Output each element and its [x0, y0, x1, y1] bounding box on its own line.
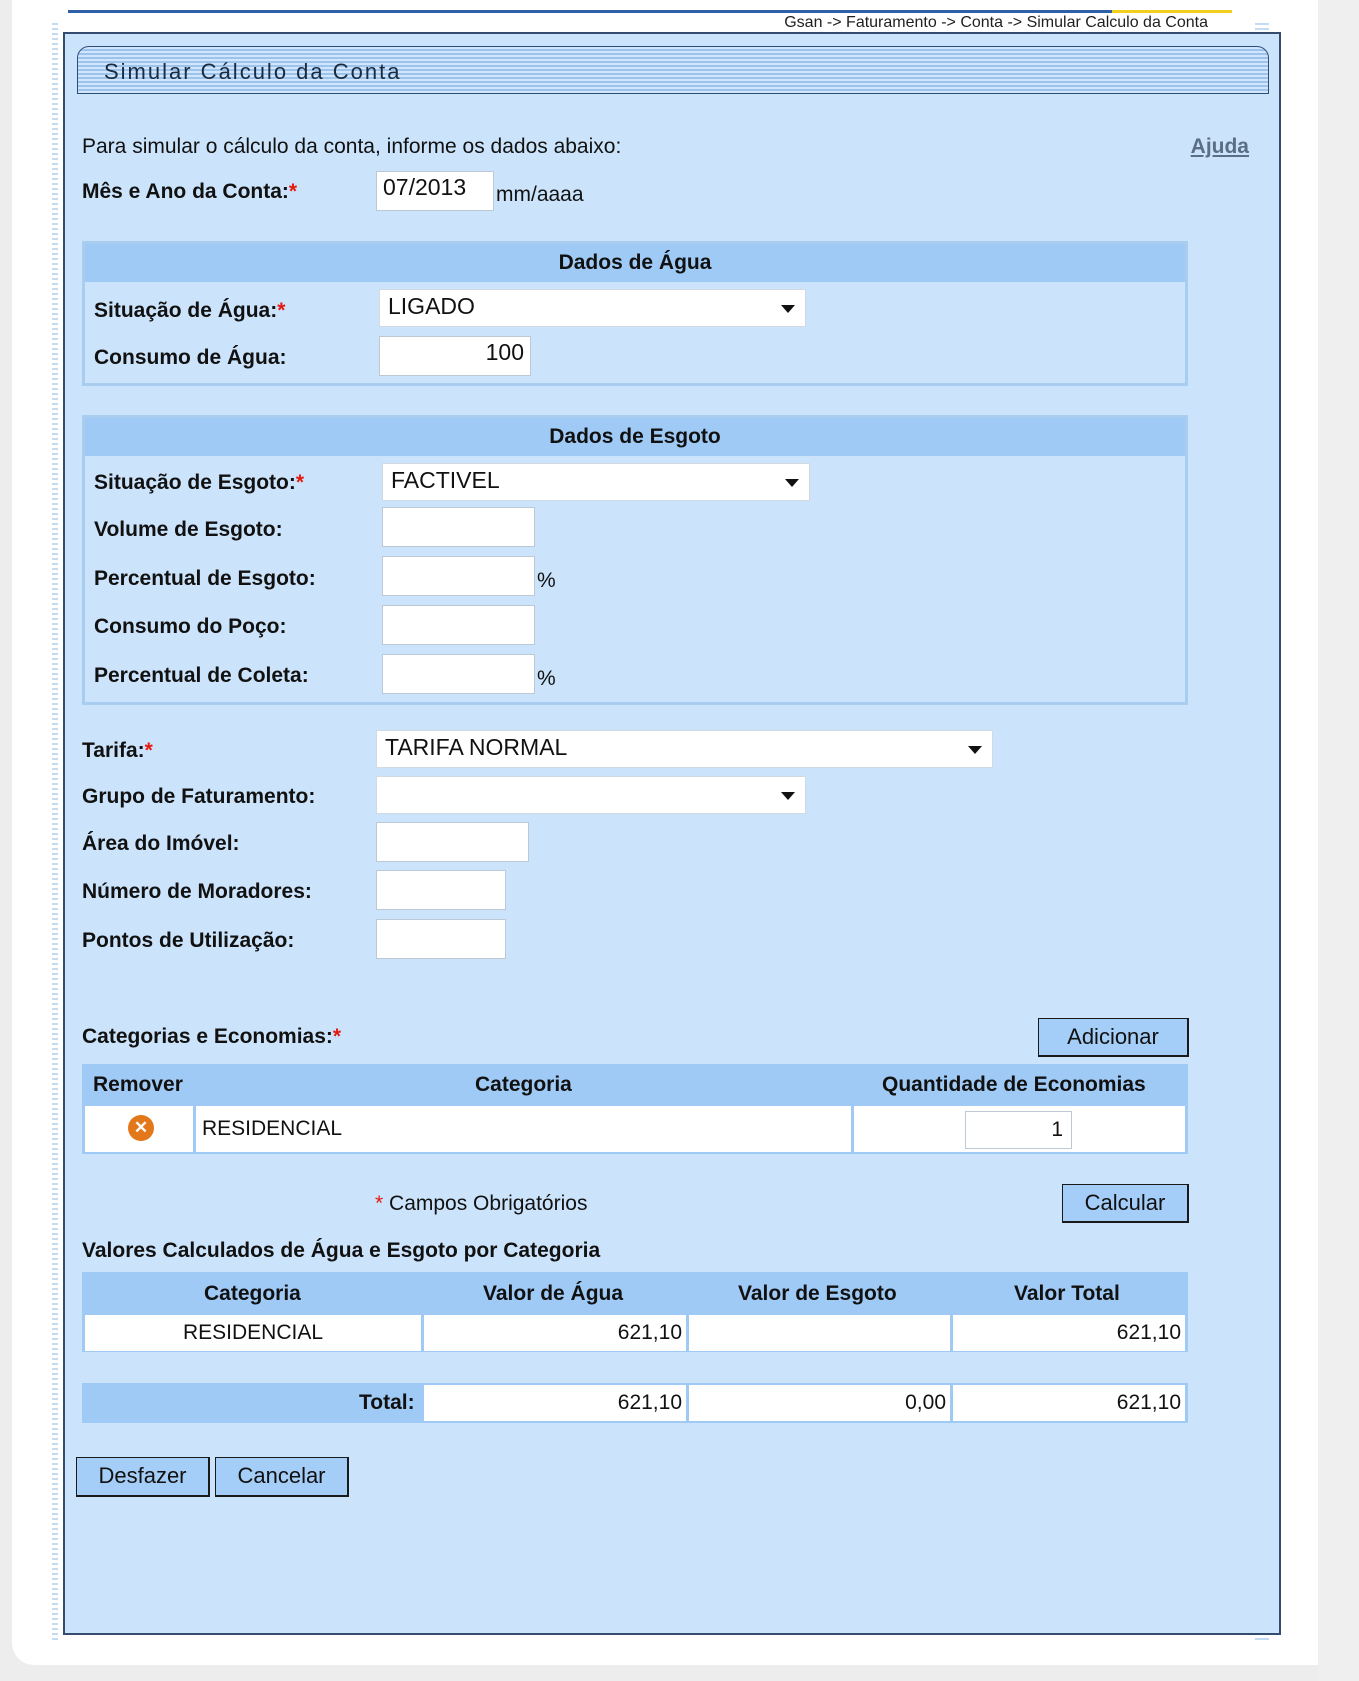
situacao-esgoto-label: Situação de Esgoto:* [94, 471, 305, 494]
header-categoria: Categoria [204, 1282, 301, 1305]
consumo-poco-label: Consumo do Poço: [94, 615, 287, 638]
esgoto-panel-header: Dados de Esgoto [85, 418, 1185, 456]
title-bar: Simular Cálculo da Conta [77, 46, 1269, 94]
valores-categoria-cell: RESIDENCIAL [85, 1315, 421, 1351]
grupo-faturamento-select[interactable] [376, 776, 806, 814]
pontos-utilizacao-label: Pontos de Utilização: [82, 929, 295, 952]
mes-ano-label: Mês e Ano da Conta:* [82, 180, 298, 203]
top-rule-accent [1112, 10, 1232, 13]
tarifa-label: Tarifa:* [82, 739, 153, 762]
chevron-down-icon [781, 305, 795, 313]
situacao-esgoto-select[interactable]: FACTIVEL [382, 463, 810, 501]
header-valor-agua: Valor de Água [483, 1282, 624, 1305]
adicionar-button[interactable]: Adicionar [1038, 1018, 1189, 1057]
simulation-form: Simular Cálculo da Conta Para simular o … [63, 32, 1281, 1635]
right-margin [1318, 0, 1359, 1681]
intro-text: Para simular o cálculo da conta, informe… [82, 135, 622, 158]
esgoto-panel: Dados de Esgoto Situação de Esgoto:* FAC… [82, 415, 1188, 705]
consumo-agua-label: Consumo de Água: [94, 346, 287, 369]
quantidade-economias-input[interactable]: 1 [965, 1111, 1072, 1149]
left-stripe-decoration [52, 20, 58, 1640]
total-agua-cell: 621,10 [424, 1385, 686, 1421]
valores-table-header: Categoria Valor de Água Valor de Esgoto … [82, 1272, 1188, 1314]
valor-agua-cell: 621,10 [424, 1315, 686, 1351]
percentual-coleta-label: Percentual de Coleta: [94, 664, 309, 687]
categorias-label: Categorias e Economias:* [82, 1025, 342, 1048]
situacao-agua-label: Situação de Água:* [94, 299, 286, 322]
percentual-coleta-input[interactable] [382, 654, 535, 694]
agua-panel: Dados de Água Situação de Água:* LIGADO … [82, 241, 1188, 386]
header-remover: Remover [93, 1073, 183, 1096]
categoria-cell: RESIDENCIAL [196, 1106, 851, 1152]
numero-moradores-label: Número de Moradores: [82, 880, 312, 903]
pontos-utilizacao-input[interactable] [376, 919, 506, 959]
table-row: ✕ RESIDENCIAL 1 [82, 1104, 1188, 1154]
agua-panel-header: Dados de Água [85, 244, 1185, 282]
percentual-esgoto-label: Percentual de Esgoto: [94, 567, 316, 590]
area-imovel-label: Área do Imóvel: [82, 832, 240, 855]
table-row: RESIDENCIAL 621,10 621,10 [82, 1314, 1188, 1352]
help-link[interactable]: Ajuda [1191, 135, 1249, 159]
valor-esgoto-cell [689, 1315, 950, 1351]
volume-esgoto-label: Volume de Esgoto: [94, 518, 283, 541]
percent-unit: % [537, 569, 556, 592]
header-valor-total: Valor Total [1014, 1282, 1120, 1305]
remove-circle-icon[interactable]: ✕ [128, 1115, 154, 1141]
totals-row: Total: 621,10 0,00 621,10 [82, 1383, 1188, 1423]
page-title: Simular Cálculo da Conta [104, 59, 402, 84]
percentual-esgoto-input[interactable] [382, 556, 535, 596]
situacao-agua-select[interactable]: LIGADO [379, 289, 806, 327]
valores-title: Valores Calculados de Água e Esgoto por … [82, 1239, 601, 1262]
chevron-down-icon [785, 479, 799, 487]
total-label: Total: [359, 1391, 415, 1414]
mes-ano-input[interactable]: 07/2013 [376, 171, 494, 211]
consumo-poco-input[interactable] [382, 605, 535, 645]
top-rule [68, 10, 1232, 13]
header-quantidade: Quantidade de Economias [882, 1073, 1146, 1096]
grupo-faturamento-label: Grupo de Faturamento: [82, 785, 316, 808]
quantidade-cell: 1 [854, 1106, 1185, 1152]
consumo-agua-input[interactable]: 100 [379, 336, 531, 376]
remove-cell: ✕ [85, 1106, 193, 1152]
tarifa-select[interactable]: TARIFA NORMAL [376, 730, 993, 768]
desfazer-button[interactable]: Desfazer [76, 1457, 210, 1497]
categorias-table-header: Remover Categoria Quantidade de Economia… [82, 1064, 1188, 1104]
chevron-down-icon [968, 746, 982, 754]
valor-total-cell: 621,10 [953, 1315, 1185, 1351]
total-geral-cell: 621,10 [953, 1385, 1185, 1421]
mes-ano-hint: mm/aaaa [496, 183, 584, 206]
situacao-esgoto-value: FACTIVEL [391, 467, 500, 493]
total-esgoto-cell: 0,00 [689, 1385, 950, 1421]
situacao-agua-value: LIGADO [388, 293, 475, 319]
numero-moradores-input[interactable] [376, 870, 506, 910]
header-categoria: Categoria [475, 1073, 572, 1096]
cancelar-button[interactable]: Cancelar [215, 1457, 349, 1497]
percent-unit: % [537, 667, 556, 690]
chevron-down-icon [781, 792, 795, 800]
header-valor-esgoto: Valor de Esgoto [738, 1282, 897, 1305]
tarifa-value: TARIFA NORMAL [385, 734, 568, 760]
area-imovel-input[interactable] [376, 822, 529, 862]
calcular-button[interactable]: Calcular [1062, 1184, 1189, 1223]
required-note: * Campos Obrigatórios [375, 1192, 588, 1215]
volume-esgoto-input[interactable] [382, 507, 535, 547]
breadcrumb: Gsan -> Faturamento -> Conta -> Simular … [784, 14, 1208, 31]
